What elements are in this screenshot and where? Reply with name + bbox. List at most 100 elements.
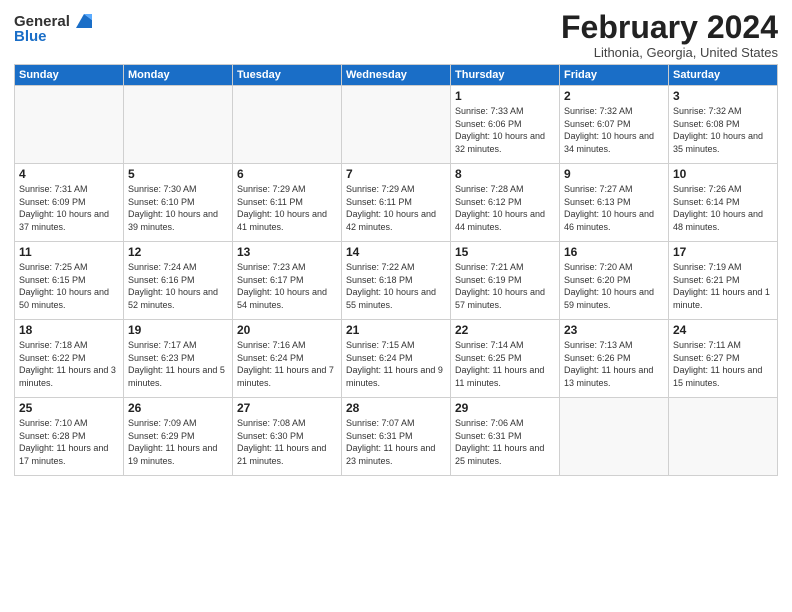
day-info: Sunrise: 7:08 AMSunset: 6:30 PMDaylight:…: [237, 417, 337, 467]
day-info: Sunrise: 7:16 AMSunset: 6:24 PMDaylight:…: [237, 339, 337, 389]
day-info: Sunrise: 7:25 AMSunset: 6:15 PMDaylight:…: [19, 261, 119, 311]
day-number: 4: [19, 167, 119, 181]
table-row: 11 Sunrise: 7:25 AMSunset: 6:15 PMDayligh…: [15, 242, 124, 320]
calendar-week-row: 25Sunrise: 7:10 AMSunset: 6:28 PMDayligh…: [15, 398, 778, 476]
day-number: 19: [128, 323, 228, 337]
day-info: Sunrise: 7:29 AMSunset: 6:11 PMDaylight:…: [237, 183, 337, 233]
header-tuesday: Tuesday: [233, 65, 342, 86]
day-info: Sunrise: 7:32 AMSunset: 6:08 PMDaylight:…: [673, 105, 773, 155]
table-row: [669, 398, 778, 476]
table-row: 6 Sunrise: 7:29 AMSunset: 6:11 PMDaylight…: [233, 164, 342, 242]
day-info: Sunrise: 7:20 AMSunset: 6:20 PMDaylight:…: [564, 261, 664, 311]
day-info: Sunrise: 7:26 AMSunset: 6:14 PMDaylight:…: [673, 183, 773, 233]
day-info: Sunrise: 7:13 AMSunset: 6:26 PMDaylight:…: [564, 339, 664, 389]
day-number: 20: [237, 323, 337, 337]
day-info: Sunrise: 7:28 AMSunset: 6:12 PMDaylight:…: [455, 183, 555, 233]
day-number: 12: [128, 245, 228, 259]
day-info: Sunrise: 7:31 AMSunset: 6:09 PMDaylight:…: [19, 183, 119, 233]
logo-blue: Blue: [14, 28, 47, 45]
table-row: 24Sunrise: 7:11 AMSunset: 6:27 PMDayligh…: [669, 320, 778, 398]
table-row: 10 Sunrise: 7:26 AMSunset: 6:14 PMDayligh…: [669, 164, 778, 242]
header-wednesday: Wednesday: [342, 65, 451, 86]
day-number: 11: [19, 245, 119, 259]
table-row: [233, 86, 342, 164]
header-sunday: Sunday: [15, 65, 124, 86]
day-number: 16: [564, 245, 664, 259]
day-info: Sunrise: 7:11 AMSunset: 6:27 PMDaylight:…: [673, 339, 773, 389]
day-info: Sunrise: 7:32 AMSunset: 6:07 PMDaylight:…: [564, 105, 664, 155]
day-number: 7: [346, 167, 446, 181]
table-row: 26 Sunrise: 7:09 AMSunset: 6:29 PMDayligh…: [124, 398, 233, 476]
table-row: 27 Sunrise: 7:08 AMSunset: 6:30 PMDayligh…: [233, 398, 342, 476]
day-number: 23: [564, 323, 664, 337]
day-number: 17: [673, 245, 773, 259]
day-info: Sunrise: 7:33 AMSunset: 6:06 PMDaylight:…: [455, 105, 555, 155]
day-info: Sunrise: 7:30 AMSunset: 6:10 PMDaylight:…: [128, 183, 228, 233]
table-row: 9 Sunrise: 7:27 AMSunset: 6:13 PMDaylight…: [560, 164, 669, 242]
table-row: 17 Sunrise: 7:19 AMSunset: 6:21 PMDayligh…: [669, 242, 778, 320]
day-info: Sunrise: 7:07 AMSunset: 6:31 PMDaylight:…: [346, 417, 446, 467]
table-row: 13Sunrise: 7:23 AMSunset: 6:17 PMDayligh…: [233, 242, 342, 320]
weekday-header-row: Sunday Monday Tuesday Wednesday Thursday…: [15, 65, 778, 86]
day-number: 5: [128, 167, 228, 181]
table-row: 28 Sunrise: 7:07 AMSunset: 6:31 PMDayligh…: [342, 398, 451, 476]
table-row: [124, 86, 233, 164]
day-number: 8: [455, 167, 555, 181]
header-thursday: Thursday: [451, 65, 560, 86]
day-number: 3: [673, 89, 773, 103]
table-row: 15 Sunrise: 7:21 AMSunset: 6:19 PMDayligh…: [451, 242, 560, 320]
logo-general: General: [14, 13, 70, 30]
day-number: 22: [455, 323, 555, 337]
table-row: 8 Sunrise: 7:28 AMSunset: 6:12 PMDaylight…: [451, 164, 560, 242]
day-info: Sunrise: 7:23 AMSunset: 6:17 PMDaylight:…: [237, 261, 337, 311]
day-info: Sunrise: 7:14 AMSunset: 6:25 PMDaylight:…: [455, 339, 555, 389]
day-info: Sunrise: 7:19 AMSunset: 6:21 PMDaylight:…: [673, 261, 773, 311]
day-number: 28: [346, 401, 446, 415]
day-number: 2: [564, 89, 664, 103]
table-row: 20 Sunrise: 7:16 AMSunset: 6:24 PMDayligh…: [233, 320, 342, 398]
header-friday: Friday: [560, 65, 669, 86]
calendar-week-row: 18Sunrise: 7:18 AMSunset: 6:22 PMDayligh…: [15, 320, 778, 398]
logo-icon: [72, 10, 94, 32]
table-row: 16 Sunrise: 7:20 AMSunset: 6:20 PMDayligh…: [560, 242, 669, 320]
table-row: 25Sunrise: 7:10 AMSunset: 6:28 PMDayligh…: [15, 398, 124, 476]
logo: General Blue: [14, 10, 94, 45]
table-row: 21 Sunrise: 7:15 AMSunset: 6:24 PMDayligh…: [342, 320, 451, 398]
day-number: 21: [346, 323, 446, 337]
day-info: Sunrise: 7:21 AMSunset: 6:19 PMDaylight:…: [455, 261, 555, 311]
calendar-table: Sunday Monday Tuesday Wednesday Thursday…: [14, 64, 778, 476]
table-row: 14 Sunrise: 7:22 AMSunset: 6:18 PMDayligh…: [342, 242, 451, 320]
day-info: Sunrise: 7:29 AMSunset: 6:11 PMDaylight:…: [346, 183, 446, 233]
table-row: 12 Sunrise: 7:24 AMSunset: 6:16 PMDayligh…: [124, 242, 233, 320]
day-number: 1: [455, 89, 555, 103]
page-container: General Blue February 2024 Lithonia, Geo…: [0, 0, 792, 482]
table-row: 19 Sunrise: 7:17 AMSunset: 6:23 PMDayligh…: [124, 320, 233, 398]
day-number: 15: [455, 245, 555, 259]
table-row: 3 Sunrise: 7:32 AMSunset: 6:08 PMDaylight…: [669, 86, 778, 164]
day-info: Sunrise: 7:22 AMSunset: 6:18 PMDaylight:…: [346, 261, 446, 311]
day-number: 27: [237, 401, 337, 415]
day-info: Sunrise: 7:09 AMSunset: 6:29 PMDaylight:…: [128, 417, 228, 467]
calendar-week-row: 1 Sunrise: 7:33 AMSunset: 6:06 PMDaylight…: [15, 86, 778, 164]
day-info: Sunrise: 7:06 AMSunset: 6:31 PMDaylight:…: [455, 417, 555, 467]
table-row: [560, 398, 669, 476]
day-number: 6: [237, 167, 337, 181]
header-saturday: Saturday: [669, 65, 778, 86]
day-number: 14: [346, 245, 446, 259]
day-number: 18: [19, 323, 119, 337]
day-number: 26: [128, 401, 228, 415]
table-row: [15, 86, 124, 164]
table-row: 4 Sunrise: 7:31 AMSunset: 6:09 PMDaylight…: [15, 164, 124, 242]
day-info: Sunrise: 7:17 AMSunset: 6:23 PMDaylight:…: [128, 339, 228, 389]
day-info: Sunrise: 7:27 AMSunset: 6:13 PMDaylight:…: [564, 183, 664, 233]
day-number: 10: [673, 167, 773, 181]
table-row: [342, 86, 451, 164]
table-row: 1 Sunrise: 7:33 AMSunset: 6:06 PMDaylight…: [451, 86, 560, 164]
day-info: Sunrise: 7:24 AMSunset: 6:16 PMDaylight:…: [128, 261, 228, 311]
table-row: 23 Sunrise: 7:13 AMSunset: 6:26 PMDayligh…: [560, 320, 669, 398]
day-info: Sunrise: 7:15 AMSunset: 6:24 PMDaylight:…: [346, 339, 446, 389]
day-number: 29: [455, 401, 555, 415]
header-monday: Monday: [124, 65, 233, 86]
day-number: 9: [564, 167, 664, 181]
location-subtitle: Lithonia, Georgia, United States: [561, 45, 778, 60]
